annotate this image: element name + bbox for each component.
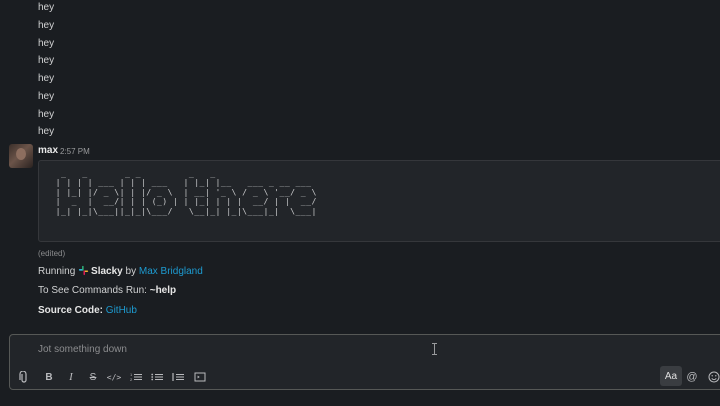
emoji-icon[interactable] bbox=[706, 369, 720, 385]
format-toggle-button[interactable]: Aa bbox=[660, 366, 682, 386]
italic-icon[interactable]: I bbox=[63, 369, 79, 385]
commands-value: ~help bbox=[149, 285, 177, 296]
message-text: hey bbox=[38, 109, 55, 120]
running-prefix: Running bbox=[38, 266, 76, 277]
mention-icon[interactable]: @ bbox=[684, 369, 700, 385]
commands-line: To See Commands Run: ~help bbox=[38, 285, 176, 296]
ordered-list-icon[interactable]: 12 bbox=[128, 369, 144, 385]
bulleted-list-icon[interactable] bbox=[149, 369, 165, 385]
message-text: hey bbox=[38, 91, 55, 102]
author-link[interactable]: Max Bridgland bbox=[139, 266, 203, 277]
running-line: Running Slacky by Max Bridgland bbox=[38, 265, 203, 277]
text-cursor-icon bbox=[432, 343, 437, 355]
by-text: by bbox=[125, 266, 137, 277]
composer-placeholder[interactable]: Jot something down bbox=[38, 344, 127, 355]
commands-prefix: To See Commands Run: bbox=[38, 285, 147, 296]
strikethrough-icon[interactable]: S bbox=[85, 369, 101, 385]
message-text: hey bbox=[38, 20, 55, 31]
message-composer[interactable]: Jot something down B I S </> 12 Aa @ bbox=[9, 334, 720, 390]
code-icon[interactable]: </> bbox=[106, 369, 122, 385]
svg-text:2: 2 bbox=[130, 377, 133, 382]
message-text: hey bbox=[38, 126, 55, 137]
message-text: hey bbox=[38, 73, 55, 84]
ascii-art-text: _ _ _ _ _ _ | | | | ___ | | | ___ | |_| … bbox=[55, 168, 317, 216]
code-block-icon[interactable] bbox=[192, 369, 208, 385]
github-link[interactable]: GitHub bbox=[106, 305, 137, 316]
message-text: hey bbox=[38, 2, 55, 13]
paperclip-icon[interactable] bbox=[16, 369, 32, 385]
app-name: Slacky bbox=[91, 266, 123, 277]
footer-strip bbox=[0, 400, 720, 406]
source-prefix: Source Code: bbox=[38, 305, 104, 316]
edited-label: (edited) bbox=[38, 249, 66, 258]
message-text: hey bbox=[38, 38, 55, 49]
bold-icon[interactable]: B bbox=[41, 369, 57, 385]
avatar[interactable] bbox=[9, 144, 33, 168]
message-timestamp[interactable]: 2:57 PM bbox=[60, 147, 90, 156]
code-block: _ _ _ _ _ _ | | | | ___ | | | ___ | |_| … bbox=[38, 160, 720, 242]
message-author[interactable]: max bbox=[38, 145, 58, 156]
blockquote-icon[interactable] bbox=[170, 369, 186, 385]
message-text: hey bbox=[38, 55, 55, 66]
source-line: Source Code: GitHub bbox=[38, 305, 137, 316]
slack-logo-icon bbox=[78, 265, 89, 276]
